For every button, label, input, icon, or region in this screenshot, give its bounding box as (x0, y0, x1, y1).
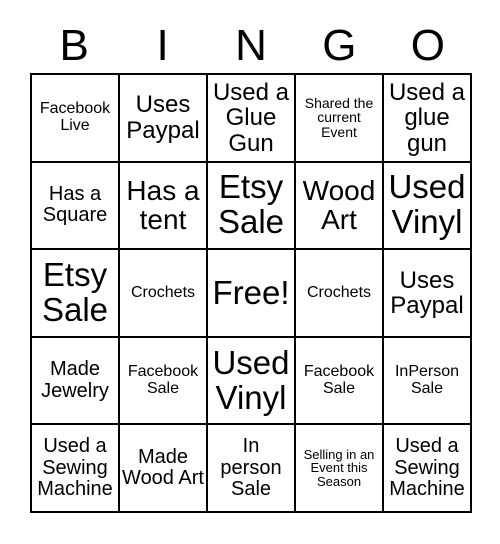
bingo-header-letter-i: I (156, 20, 169, 70)
bingo-cell-r1c4[interactable]: Shared the current Event (296, 75, 384, 163)
bingo-cell-r2c3[interactable]: Etsy Sale (208, 162, 296, 251)
bingo-cell-r4c3[interactable]: Used Vinyl (208, 337, 296, 426)
bingo-cell-label: Made Wood Art (122, 446, 204, 490)
bingo-cell-r4c5[interactable]: InPerson Sale (384, 337, 472, 426)
bingo-cell-r5c3[interactable]: In person Sale (208, 425, 296, 513)
bingo-cell-label: Wood Art (302, 174, 376, 236)
bingo-header-letter-o: O (410, 20, 445, 70)
bingo-cell-label: Has a Square (42, 183, 108, 227)
bingo-cell-r3c2[interactable]: Crochets (120, 250, 208, 338)
bingo-cell-r5c4[interactable]: Selling in an Event this Season (296, 425, 384, 513)
bingo-cell-label: Used Vinyl (388, 168, 466, 241)
bingo-cell-label: Used a Sewing Machine (37, 435, 113, 500)
bingo-cell-label: Selling in an Event this Season (303, 446, 375, 490)
bingo-cell-r3c1[interactable]: Etsy Sale (32, 250, 120, 338)
bingo-cell-label: Facebook Sale (127, 362, 199, 397)
bingo-cell-r2c1[interactable]: Has a Square (32, 162, 120, 251)
bingo-cell-r4c2[interactable]: Facebook Sale (120, 337, 208, 426)
bingo-cell-r5c5[interactable]: Used a Sewing Machine (384, 425, 472, 513)
bingo-cell-label: Uses Paypal (126, 91, 200, 144)
bingo-cell-label: Used a glue gun (388, 78, 466, 157)
bingo-cell-label: Shared the current Event (304, 94, 374, 141)
bingo-cell-label: Uses Paypal (390, 266, 464, 319)
bingo-cell-r5c1[interactable]: Used a Sewing Machine (32, 425, 120, 513)
bingo-cell-label: Crochets (130, 283, 196, 301)
bingo-cell-r1c3[interactable]: Used a Glue Gun (208, 75, 296, 163)
bingo-cell-label: Facebook Live (39, 99, 111, 134)
bingo-cell-label: Has a tent (126, 174, 200, 236)
bingo-cell-label: Used a Glue Gun (212, 78, 290, 157)
bingo-card: B I N G O Facebook Live Uses Paypal Used… (0, 0, 500, 544)
bingo-cell-r1c5[interactable]: Used a glue gun (384, 75, 472, 163)
bingo-cell-label: In person Sale (220, 435, 282, 500)
bingo-cell-r2c2[interactable]: Has a tent (120, 162, 208, 251)
bingo-cell-r3c4[interactable]: Crochets (296, 250, 384, 338)
bingo-cell-label: Facebook Sale (303, 362, 375, 397)
bingo-header-letter-b: B (59, 20, 89, 70)
free-space-label: Free! (212, 273, 290, 311)
bingo-cell-label: Made Jewelry (41, 358, 109, 402)
bingo-cell-label: Etsy Sale (41, 256, 109, 328)
bingo-cell-label: Used Vinyl (212, 343, 290, 416)
bingo-cell-r2c5[interactable]: Used Vinyl (384, 162, 472, 251)
bingo-cell-label: Crochets (306, 283, 372, 301)
bingo-cell-r1c2[interactable]: Uses Paypal (120, 75, 208, 163)
bingo-cell-r1c1[interactable]: Facebook Live (32, 75, 120, 163)
bingo-header-letter-n: N (235, 20, 267, 70)
bingo-cell-label: InPerson Sale (394, 362, 460, 397)
bingo-cell-r3c5[interactable]: Uses Paypal (384, 250, 472, 338)
bingo-header-row: B I N G O (30, 18, 472, 73)
bingo-grid: Facebook Live Uses Paypal Used a Glue Gu… (30, 73, 472, 513)
bingo-cell-label: Used a Sewing Machine (389, 435, 465, 500)
bingo-cell-r4c4[interactable]: Facebook Sale (296, 337, 384, 426)
bingo-cell-free-space[interactable]: Free! (208, 250, 296, 338)
bingo-header-letter-g: G (322, 20, 357, 70)
bingo-cell-label: Etsy Sale (217, 168, 285, 241)
bingo-cell-r2c4[interactable]: Wood Art (296, 162, 384, 251)
bingo-cell-r5c2[interactable]: Made Wood Art (120, 425, 208, 513)
bingo-cell-r4c1[interactable]: Made Jewelry (32, 337, 120, 426)
